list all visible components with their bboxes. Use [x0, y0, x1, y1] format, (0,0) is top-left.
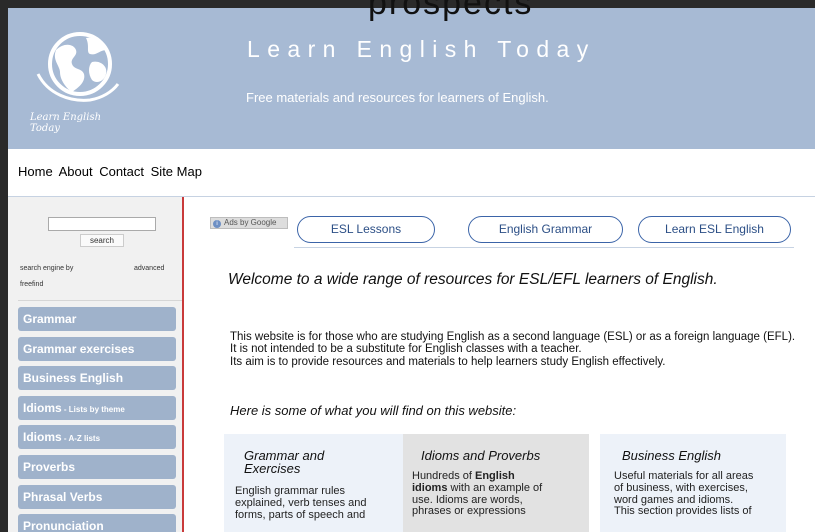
menu-item-label: Idioms: [23, 400, 62, 415]
ad-link-learn-esl-english[interactable]: Learn ESL English: [638, 216, 791, 243]
overlay-scroll-text: prospects: [368, 0, 534, 22]
ads-badge-label: Ads by Google: [224, 218, 277, 227]
nav-link-site-map[interactable]: Site Map: [151, 164, 202, 179]
nav-link-contact[interactable]: Contact: [99, 164, 144, 179]
menu-item-proverbs[interactable]: Proverbs: [18, 454, 176, 479]
site-subtitle: Free materials and resources for learner…: [246, 90, 549, 105]
card-text-bold: English: [474, 470, 515, 482]
menu-item-label: Proverbs: [23, 459, 76, 474]
sidebar-divider: [18, 300, 182, 301]
card-text-line: idioms with an example of: [412, 481, 543, 495]
card-idioms[interactable]: Idioms and Proverbs Hundreds of English …: [403, 434, 589, 532]
card-text: English grammar rules explained, verb te…: [235, 485, 367, 521]
card-title: Business English: [622, 448, 721, 463]
card-text-segment: with an example of: [447, 481, 543, 494]
card-text-line: of business, with exercises,: [614, 481, 748, 494]
card-business-english[interactable]: Business English Useful materials for al…: [600, 434, 786, 532]
ad-link-esl-lessons[interactable]: ESL Lessons: [297, 216, 435, 243]
welcome-heading: Welcome to a wide range of resources for…: [228, 271, 718, 288]
logo-text: Learn English Today: [30, 112, 102, 134]
card-text-line: explained, verb tenses and: [235, 496, 367, 509]
site-logo[interactable]: Learn English Today: [30, 28, 132, 134]
menu-item-sublabel: - A-Z lists: [61, 434, 101, 444]
card-text-segment: Hundreds of: [412, 470, 475, 482]
globe-icon: [36, 32, 120, 102]
card-title: Idioms and Proverbs: [421, 448, 541, 463]
menu-item-label: Pronunciation: [23, 519, 104, 532]
card-text-bold: idioms: [412, 481, 448, 494]
card-title-line: Exercises: [244, 461, 301, 476]
advanced-search-link[interactable]: advanced: [134, 265, 164, 272]
menu-item-label: Phrasal Verbs: [23, 489, 103, 504]
card-grammar[interactable]: Grammar and Exercises English grammar ru…: [224, 434, 410, 532]
features-heading: Here is some of what you will find on th…: [230, 403, 517, 418]
card-text-line: forms, parts of speech and: [235, 508, 366, 521]
card-text: Hundreds of English idioms with an examp…: [412, 470, 543, 518]
ads-divider: [294, 247, 794, 248]
menu-item-idioms-a-z[interactable]: Idioms - A-Z lists: [18, 425, 176, 450]
search-button[interactable]: search: [80, 234, 124, 247]
ads-by-google-badge[interactable]: i Ads by Google: [210, 217, 288, 229]
sidebar-menu: Grammar Grammar exercises Business Engli…: [18, 307, 176, 532]
intro-paragraph: It is not intended to be a substitute fo…: [230, 343, 582, 356]
card-text: Useful materials for all areas of busine…: [614, 470, 753, 518]
info-icon: i: [213, 220, 221, 228]
card-text-line: This section provides lists of: [614, 505, 752, 518]
search-engine-label: search engine by: [20, 265, 74, 272]
menu-item-label: Business English: [23, 371, 124, 386]
menu-item-phrasal-verbs[interactable]: Phrasal Verbs: [18, 484, 176, 509]
menu-item-idioms-by-theme[interactable]: Idioms - Lists by theme: [18, 395, 176, 420]
menu-item-pronunciation[interactable]: Pronunciation: [18, 514, 176, 532]
sidebar-border: [182, 197, 184, 532]
card-text-line: phrases or expressions: [412, 505, 526, 518]
top-nav: Home About Contact Site Map: [18, 164, 205, 179]
menu-item-label: Grammar: [23, 312, 77, 326]
intro-paragraph: Its aim is to provide resources and mate…: [230, 355, 666, 368]
site-title: Learn English Today: [247, 36, 596, 62]
search-input[interactable]: [48, 217, 156, 231]
ad-link-english-grammar[interactable]: English Grammar: [468, 216, 623, 243]
intro-paragraph: This website is for those who are studyi…: [230, 331, 796, 343]
card-title: Grammar and Exercises: [244, 449, 324, 475]
nav-link-home[interactable]: Home: [18, 164, 53, 179]
menu-item-label: Idioms: [23, 430, 62, 445]
intro-text: This website is for those who are studyi…: [230, 331, 800, 368]
site-header: Learn English Today Learn English Today …: [8, 8, 815, 149]
menu-item-sublabel: - Lists by theme: [61, 404, 125, 414]
menu-item-grammar-exercises[interactable]: Grammar exercises: [18, 336, 176, 361]
nav-link-about[interactable]: About: [59, 164, 93, 179]
menu-item-business-english[interactable]: Business English: [18, 366, 176, 391]
menu-item-grammar[interactable]: Grammar: [18, 307, 176, 331]
top-nav-area: Home About Contact Site Map: [8, 149, 815, 198]
freefind-link[interactable]: freefind: [20, 281, 43, 288]
menu-item-label: Grammar exercises: [23, 341, 135, 356]
